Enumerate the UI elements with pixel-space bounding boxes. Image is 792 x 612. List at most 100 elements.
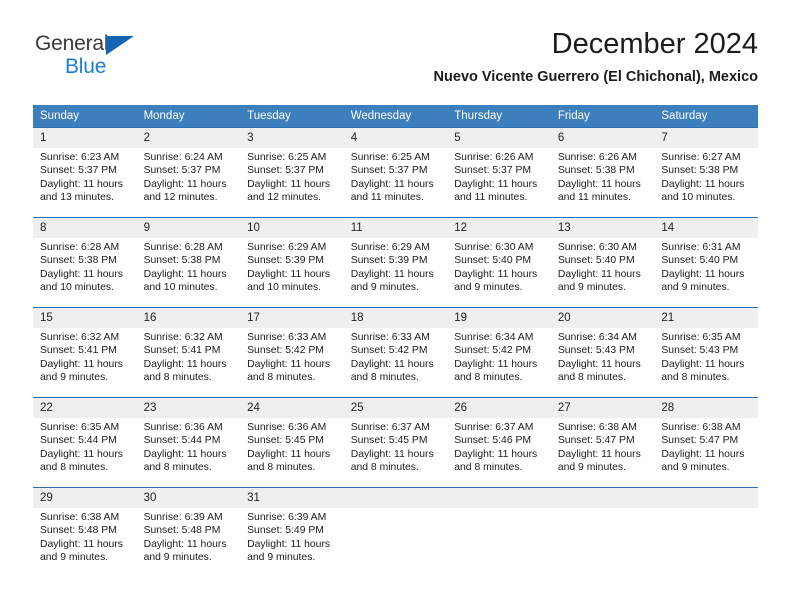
daylight-text-line2: and 10 minutes.: [40, 282, 114, 294]
day-number: [550, 488, 655, 508]
daylight-text-line1: Daylight: 11 hours: [454, 178, 538, 190]
logo-text-blue: Blue: [65, 55, 107, 78]
day-number: 9: [136, 218, 241, 238]
day-sun-info: Sunrise: 6:30 AM Sunset: 5:40 PM Daylight:…: [551, 238, 655, 295]
calendar-day-cell[interactable]: 8 Sunrise: 6:28 AM Sunset: 5:38 PM Daylight…: [33, 217, 137, 308]
daylight-text-line1: Daylight: 11 hours: [350, 358, 434, 370]
calendar-day-cell[interactable]: 15 Sunrise: 6:32 AM Sunset: 5:41 PM Dayligh…: [33, 307, 137, 398]
day-number: 28: [654, 398, 758, 418]
day-sun-info: Sunrise: 6:29 AM Sunset: 5:39 PM Daylight:…: [344, 238, 448, 295]
daylight-text-line1: Daylight: 11 hours: [40, 268, 123, 280]
daylight-text-line2: and 8 minutes.: [40, 462, 109, 474]
calendar-day-cell[interactable]: 28 Sunrise: 6:38 AM Sunset: 5:47 PM Dayligh…: [654, 397, 758, 488]
calendar-day-cell[interactable]: 4 Sunrise: 6:25 AM Sunset: 5:37 PM Daylight…: [343, 127, 448, 218]
sunrise-text: Sunrise: 6:35 AM: [661, 332, 741, 343]
daylight-text-line1: Daylight: 11 hours: [247, 538, 331, 550]
day-number: 19: [447, 308, 551, 328]
sunrise-text: Sunrise: 6:29 AM: [247, 242, 327, 253]
sunset-text: Sunset: 5:38 PM: [40, 255, 117, 267]
calendar-day-cell[interactable]: 30 Sunrise: 6:39 AM Sunset: 5:48 PM Dayligh…: [136, 487, 241, 578]
sunset-text: Sunset: 5:44 PM: [143, 435, 221, 447]
calendar-day-cell[interactable]: 20 Sunrise: 6:34 AM Sunset: 5:43 PM Dayligh…: [550, 307, 655, 398]
day-sun-info: Sunrise: 6:27 AM Sunset: 5:38 PM Daylight:…: [654, 148, 758, 205]
sunrise-text: Sunrise: 6:37 AM: [454, 422, 534, 433]
calendar-day-cell[interactable]: 2 Sunrise: 6:24 AM Sunset: 5:37 PM Daylight…: [136, 127, 241, 218]
daylight-text-line1: Daylight: 11 hours: [454, 358, 538, 370]
day-sun-info: Sunrise: 6:38 AM Sunset: 5:47 PM Daylight:…: [654, 418, 758, 475]
daylight-text-line2: and 8 minutes.: [350, 462, 419, 474]
daylight-text-line2: and 12 minutes.: [143, 192, 218, 204]
day-number: 5: [447, 128, 551, 148]
calendar-day-cell[interactable]: 22 Sunrise: 6:35 AM Sunset: 5:44 PM Dayligh…: [33, 397, 137, 488]
day-sun-info: Sunrise: 6:28 AM Sunset: 5:38 PM Daylight:…: [33, 238, 137, 295]
calendar-day-cell[interactable]: 23 Sunrise: 6:36 AM Sunset: 5:44 PM Dayligh…: [136, 397, 241, 488]
sunrise-text: Sunrise: 6:32 AM: [143, 332, 223, 343]
daylight-text-line2: and 11 minutes.: [350, 192, 424, 204]
calendar-day-cell[interactable]: 18 Sunrise: 6:33 AM Sunset: 5:42 PM Dayligh…: [343, 307, 448, 398]
calendar-day-cell[interactable]: 13 Sunrise: 6:30 AM Sunset: 5:40 PM Dayligh…: [550, 217, 655, 308]
day-number: 29: [33, 488, 137, 508]
daylight-text-line2: and 8 minutes.: [350, 372, 419, 384]
calendar-day-cell[interactable]: 14 Sunrise: 6:31 AM Sunset: 5:40 PM Dayligh…: [654, 217, 758, 308]
calendar-day-cell-empty: [447, 487, 551, 578]
daylight-text-line2: and 10 minutes.: [661, 192, 736, 204]
calendar-day-cell[interactable]: 6 Sunrise: 6:26 AM Sunset: 5:38 PM Daylight…: [550, 127, 655, 218]
sunrise-text: Sunrise: 6:28 AM: [40, 242, 120, 253]
calendar-day-cell[interactable]: 10 Sunrise: 6:29 AM Sunset: 5:39 PM Dayligh…: [240, 217, 344, 308]
day-number: 23: [136, 398, 241, 418]
daylight-text-line2: and 9 minutes.: [557, 282, 626, 294]
calendar-week-row: 1 Sunrise: 6:23 AM Sunset: 5:37 PM Daylight…: [33, 127, 758, 218]
daylight-text-line1: Daylight: 11 hours: [557, 178, 641, 190]
calendar-week-row: 15 Sunrise: 6:32 AM Sunset: 5:41 PM Dayligh…: [33, 307, 758, 398]
day-number: 30: [136, 488, 241, 508]
daylight-text-line2: and 9 minutes.: [40, 552, 109, 564]
calendar-day-cell[interactable]: 17 Sunrise: 6:33 AM Sunset: 5:42 PM Dayligh…: [240, 307, 344, 398]
calendar-day-cell[interactable]: 9 Sunrise: 6:28 AM Sunset: 5:38 PM Daylight…: [136, 217, 241, 308]
calendar-week-row: 29 Sunrise: 6:38 AM Sunset: 5:48 PM Dayligh…: [33, 487, 758, 578]
calendar-day-cell[interactable]: 29 Sunrise: 6:38 AM Sunset: 5:48 PM Dayligh…: [33, 487, 137, 578]
sunset-text: Sunset: 5:38 PM: [557, 165, 635, 177]
calendar-day-cell[interactable]: 26 Sunrise: 6:37 AM Sunset: 5:46 PM Dayligh…: [447, 397, 551, 488]
daylight-text-line1: Daylight: 11 hours: [557, 358, 641, 370]
calendar-day-cell[interactable]: 27 Sunrise: 6:38 AM Sunset: 5:47 PM Dayligh…: [550, 397, 655, 488]
calendar-day-cell-empty: [550, 487, 655, 578]
sunset-text: Sunset: 5:47 PM: [661, 435, 739, 447]
day-number: [343, 488, 448, 508]
calendar-day-cell[interactable]: 25 Sunrise: 6:37 AM Sunset: 5:45 PM Dayligh…: [343, 397, 448, 488]
sunset-text: Sunset: 5:40 PM: [557, 255, 635, 267]
sunrise-text: Sunrise: 6:28 AM: [143, 242, 223, 253]
calendar-day-cell[interactable]: 11 Sunrise: 6:29 AM Sunset: 5:39 PM Dayligh…: [343, 217, 448, 308]
daylight-text-line2: and 13 minutes.: [40, 192, 114, 204]
daylight-text-line2: and 8 minutes.: [454, 462, 523, 474]
calendar-week-row: 22 Sunrise: 6:35 AM Sunset: 5:44 PM Dayligh…: [33, 397, 758, 488]
day-sun-info: Sunrise: 6:25 AM Sunset: 5:37 PM Daylight:…: [240, 148, 344, 205]
sunrise-text: Sunrise: 6:38 AM: [40, 512, 120, 523]
calendar-day-cell[interactable]: 16 Sunrise: 6:32 AM Sunset: 5:41 PM Dayligh…: [136, 307, 241, 398]
calendar-day-cell[interactable]: 19 Sunrise: 6:34 AM Sunset: 5:42 PM Dayligh…: [447, 307, 551, 398]
daylight-text-line1: Daylight: 11 hours: [40, 538, 123, 550]
day-sun-info: Sunrise: 6:38 AM Sunset: 5:48 PM Daylight:…: [33, 508, 137, 565]
calendar-day-cell[interactable]: 21 Sunrise: 6:35 AM Sunset: 5:43 PM Dayligh…: [654, 307, 758, 398]
calendar-day-cell[interactable]: 1 Sunrise: 6:23 AM Sunset: 5:37 PM Daylight…: [33, 127, 137, 218]
sunset-text: Sunset: 5:42 PM: [454, 345, 532, 357]
calendar-page: General Blue December 2024 Nuevo Vicente…: [0, 0, 792, 612]
calendar-day-cell[interactable]: 3 Sunrise: 6:25 AM Sunset: 5:37 PM Daylight…: [240, 127, 344, 218]
day-number: 14: [654, 218, 758, 238]
day-number: 2: [136, 128, 241, 148]
day-sun-info: Sunrise: 6:32 AM Sunset: 5:41 PM Daylight:…: [33, 328, 137, 385]
daylight-text-line1: Daylight: 11 hours: [247, 178, 331, 190]
daylight-text-line2: and 8 minutes.: [661, 372, 730, 384]
sunrise-text: Sunrise: 6:33 AM: [350, 332, 430, 343]
page-header: General Blue December 2024 Nuevo Vicente…: [0, 0, 792, 100]
sunset-text: Sunset: 5:38 PM: [143, 255, 221, 267]
weekday-header-row: Sunday Monday Tuesday Wednesday Thursday…: [33, 105, 758, 128]
calendar-day-cell[interactable]: 24 Sunrise: 6:36 AM Sunset: 5:45 PM Dayligh…: [240, 397, 344, 488]
day-sun-info: Sunrise: 6:33 AM Sunset: 5:42 PM Daylight:…: [240, 328, 344, 385]
calendar-day-cell[interactable]: 12 Sunrise: 6:30 AM Sunset: 5:40 PM Dayligh…: [447, 217, 551, 308]
calendar-day-cell[interactable]: 7 Sunrise: 6:27 AM Sunset: 5:38 PM Daylight…: [654, 127, 758, 218]
calendar-day-cell[interactable]: 31 Sunrise: 6:39 AM Sunset: 5:49 PM Dayligh…: [240, 487, 344, 578]
day-number: 1: [33, 128, 137, 148]
weekday-header-thursday: Thursday: [447, 105, 551, 128]
day-sun-info: Sunrise: 6:30 AM Sunset: 5:40 PM Daylight:…: [447, 238, 551, 295]
calendar-day-cell[interactable]: 5 Sunrise: 6:26 AM Sunset: 5:37 PM Daylight…: [447, 127, 551, 218]
